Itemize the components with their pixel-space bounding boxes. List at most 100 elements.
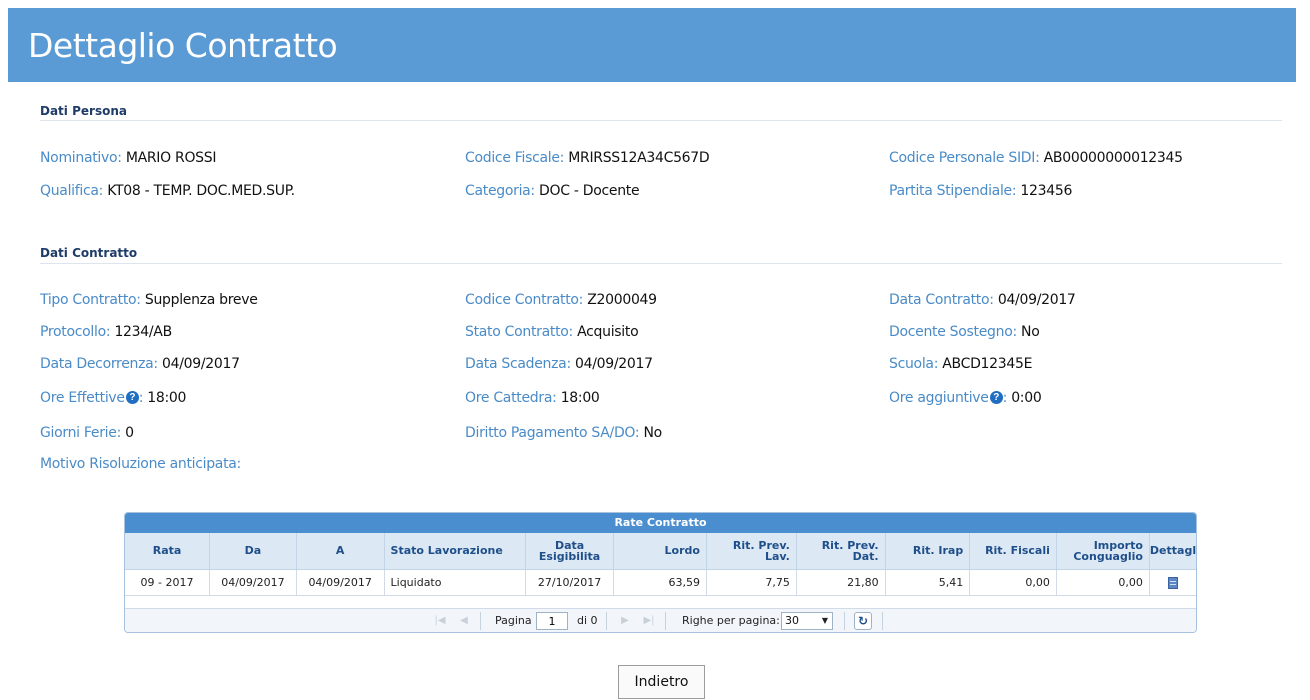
pager-separator [480, 612, 481, 630]
pager-separator [844, 612, 845, 630]
section-divider [40, 120, 1282, 121]
help-icon[interactable]: ? [125, 391, 139, 404]
pager-page-label: Pagina [495, 614, 532, 627]
column-header-da[interactable]: Da [209, 533, 297, 570]
rows-per-page-value: 30 [785, 614, 799, 627]
field-tipo-contratto: Tipo Contratto: Supplenza breve [40, 292, 258, 308]
field-data-decorrenza: Data Decorrenza: 04/09/2017 [40, 356, 240, 372]
field-value: 123456 [1020, 183, 1073, 199]
field-value: Acquisito [577, 324, 639, 340]
column-header-stato[interactable]: Stato Lavorazione [384, 533, 527, 570]
field-label: Codice Fiscale: [465, 150, 565, 166]
field-protocollo: Protocollo: 1234/AB [40, 324, 172, 340]
field-label: Ore Effettive [40, 390, 125, 406]
field-ore-cattedra: Ore Cattedra: 18:00 [465, 390, 600, 406]
field-data-contratto: Data Contratto: 04/09/2017 [889, 292, 1076, 308]
column-header-rata[interactable]: Rata [125, 533, 211, 570]
first-page-icon[interactable]: |◀ [432, 613, 448, 629]
last-page-icon[interactable]: ▶| [641, 613, 657, 629]
field-categoria: Categoria: DOC - Docente [465, 183, 640, 199]
column-header-rit-fiscali[interactable]: Rit. Fiscali [969, 533, 1057, 570]
pager-separator [665, 612, 666, 630]
field-value: 1234/AB [114, 324, 172, 340]
grid-pager: |◀ ◀ Pagina di 0 ▶ ▶| Righe per pagina: … [125, 608, 1196, 632]
column-header-rit-irap[interactable]: Rit. Irap [885, 533, 971, 570]
field-scuola: Scuola: ABCD12345E [889, 356, 1032, 372]
field-label: Codice Contratto: [465, 292, 584, 308]
column-header-lordo[interactable]: Lordo [613, 533, 707, 570]
cell-rata: 09 - 2017 [125, 569, 211, 596]
field-value: DOC - Docente [539, 183, 640, 199]
field-nominativo: Nominativo: MARIO ROSSI [40, 150, 216, 166]
next-page-icon[interactable]: ▶ [617, 613, 633, 629]
field-label: Stato Contratto: [465, 324, 573, 340]
column-header-importo-conguaglio[interactable]: Importo Conguaglio [1056, 533, 1150, 570]
cell-rit-prev-lav: 7,75 [706, 569, 797, 596]
cell-dettaglio [1149, 569, 1196, 596]
cell-da: 04/09/2017 [209, 569, 297, 596]
field-value: 0 [125, 425, 134, 441]
field-label: Data Contratto: [889, 292, 994, 308]
cell-rit-irap: 5,41 [885, 569, 971, 596]
table-header-row: Rata Da A Stato Lavorazione Data Esigibi… [125, 533, 1196, 570]
field-motivo-risoluzione: Motivo Risoluzione anticipata: [40, 456, 241, 472]
field-label-suffix: : [1002, 390, 1008, 406]
field-value: MARIO ROSSI [125, 150, 217, 166]
field-ore-aggiuntive: Ore aggiuntive?: 0:00 [889, 390, 1042, 406]
column-header-data-esigibilita[interactable]: Data Esigibilita [525, 533, 614, 570]
field-ore-effettive: Ore Effettive?: 18:00 [40, 390, 186, 406]
field-diritto-pagamento: Diritto Pagamento SA/DO: No [465, 425, 662, 441]
field-docente-sostegno: Docente Sostegno: No [889, 324, 1040, 340]
field-value: 04/09/2017 [997, 292, 1076, 308]
cell-data-esigibilita: 27/10/2017 [525, 569, 614, 596]
field-label: Scuola: [889, 356, 939, 372]
field-codice-contratto: Codice Contratto: Z2000049 [465, 292, 657, 308]
cell-a: 04/09/2017 [296, 569, 385, 596]
prev-page-icon[interactable]: ◀ [456, 613, 472, 629]
help-icon[interactable]: ? [989, 391, 1003, 404]
field-value: 18:00 [560, 390, 600, 406]
refresh-icon[interactable]: ↻ [854, 612, 872, 630]
cell-stato: Liquidato [384, 569, 527, 596]
field-label-suffix: : [138, 390, 144, 406]
field-label: Categoria: [465, 183, 535, 199]
field-label: Qualifica: [40, 183, 104, 199]
cell-importo-conguaglio: 0,00 [1056, 569, 1150, 596]
field-stato-contratto: Stato Contratto: Acquisito [465, 324, 639, 340]
field-label: Diritto Pagamento SA/DO: [465, 425, 640, 441]
column-header-dettaglio[interactable]: Dettaglio [1149, 533, 1196, 570]
field-qualifica: Qualifica: KT08 - TEMP. DOC.MED.SUP. [40, 183, 295, 199]
field-value: Z2000049 [587, 292, 657, 308]
field-label: Data Scadenza: [465, 356, 571, 372]
field-label: Motivo Risoluzione anticipata: [40, 456, 241, 472]
field-value: KT08 - TEMP. DOC.MED.SUP. [107, 183, 295, 199]
field-label: Tipo Contratto: [40, 292, 141, 308]
field-label: Partita Stipendiale: [889, 183, 1017, 199]
cell-lordo: 63,59 [613, 569, 707, 596]
field-label: Data Decorrenza: [40, 356, 158, 372]
field-label: Codice Personale SIDI: [889, 150, 1040, 166]
column-header-rit-prev-dat[interactable]: Rit. Prev. Dat. [796, 533, 886, 570]
field-label: Docente Sostegno: [889, 324, 1017, 340]
field-value: 04/09/2017 [161, 356, 240, 372]
field-codice-sidi: Codice Personale SIDI: AB00000000012345 [889, 150, 1183, 166]
field-value: ABCD12345E [942, 356, 1033, 372]
column-header-a[interactable]: A [296, 533, 385, 570]
field-giorni-ferie: Giorni Ferie: 0 [40, 425, 134, 441]
field-value: 04/09/2017 [575, 356, 653, 372]
rate-table: Rata Da A Stato Lavorazione Data Esigibi… [125, 533, 1196, 596]
rows-per-page-select[interactable]: 30 ▼ [781, 612, 833, 630]
field-value: No [1021, 324, 1040, 340]
table-row[interactable]: 09 - 2017 04/09/2017 04/09/2017 Liquidat… [125, 569, 1196, 596]
document-detail-icon[interactable] [1167, 576, 1178, 589]
back-button[interactable]: Indietro [618, 665, 705, 699]
page-title: Dettaglio Contratto [28, 26, 338, 65]
column-header-rit-prev-lav[interactable]: Rit. Prev. Lav. [706, 533, 797, 570]
page-header: Dettaglio Contratto [8, 8, 1296, 82]
field-label: Giorni Ferie: [40, 425, 122, 441]
page-number-input[interactable] [536, 612, 568, 630]
section-title-contratto: Dati Contratto [40, 246, 138, 260]
field-label: Ore Cattedra: [465, 390, 557, 406]
section-title-persona: Dati Persona [40, 104, 127, 118]
field-label: Nominativo: [40, 150, 122, 166]
